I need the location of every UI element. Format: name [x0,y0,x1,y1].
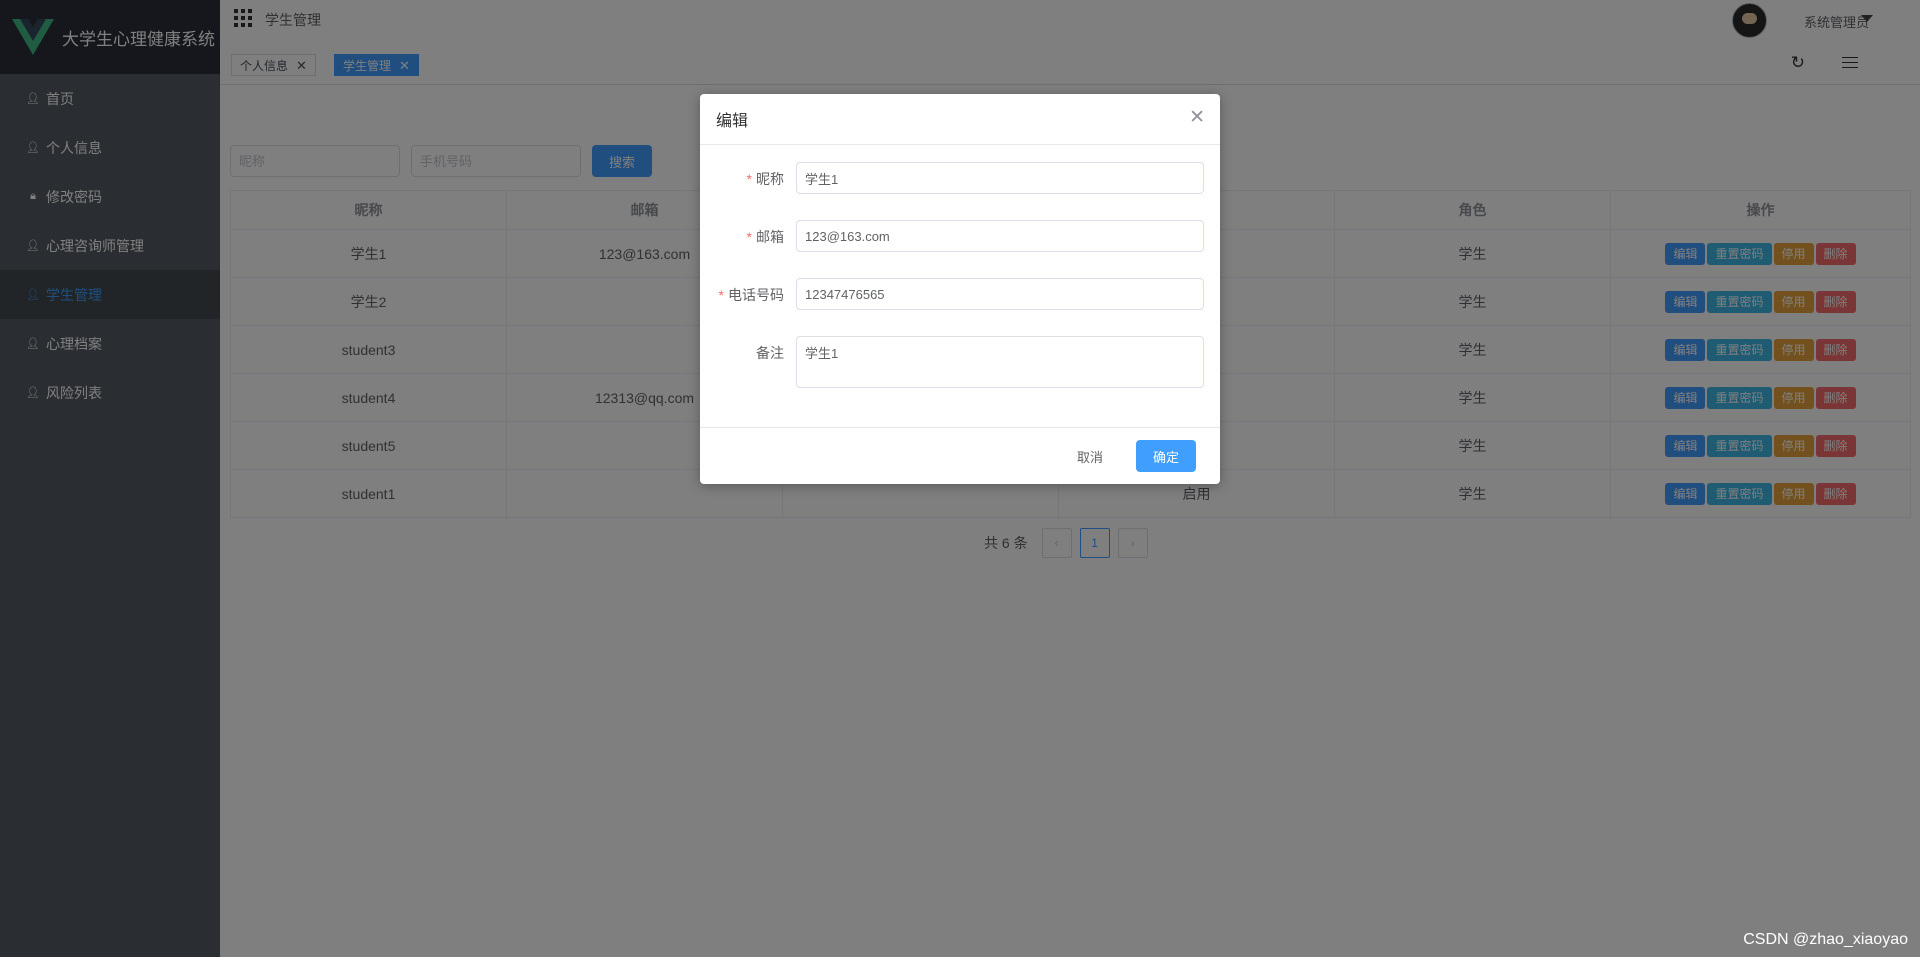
dialog-title: 编辑 [716,113,749,130]
phone-field[interactable] [796,278,1204,310]
required-star: * [746,171,752,187]
field-label: * 邮箱 [746,229,784,245]
field-label: * 电话号码 [718,287,784,303]
remark-field[interactable]: 学生1 [796,336,1204,388]
cancel-button[interactable]: 取消 [1060,440,1120,472]
required-star: * [718,287,724,303]
confirm-button[interactable]: 确定 [1136,440,1196,472]
divider [700,427,1220,428]
required-star: * [746,229,752,245]
field-label: 备注 [756,345,784,361]
nickname-field[interactable] [796,162,1204,194]
close-icon[interactable]: ✕ [1189,106,1205,129]
watermark: CSDN @zhao_xiaoyao [1743,931,1908,948]
field-label: * 昵称 [746,171,784,187]
email-field[interactable] [796,220,1204,252]
edit-dialog: 编辑 ✕ *昵称 *邮箱 *电话号码 备注 学生1 取消 确定 [700,94,1220,484]
divider [700,144,1220,145]
